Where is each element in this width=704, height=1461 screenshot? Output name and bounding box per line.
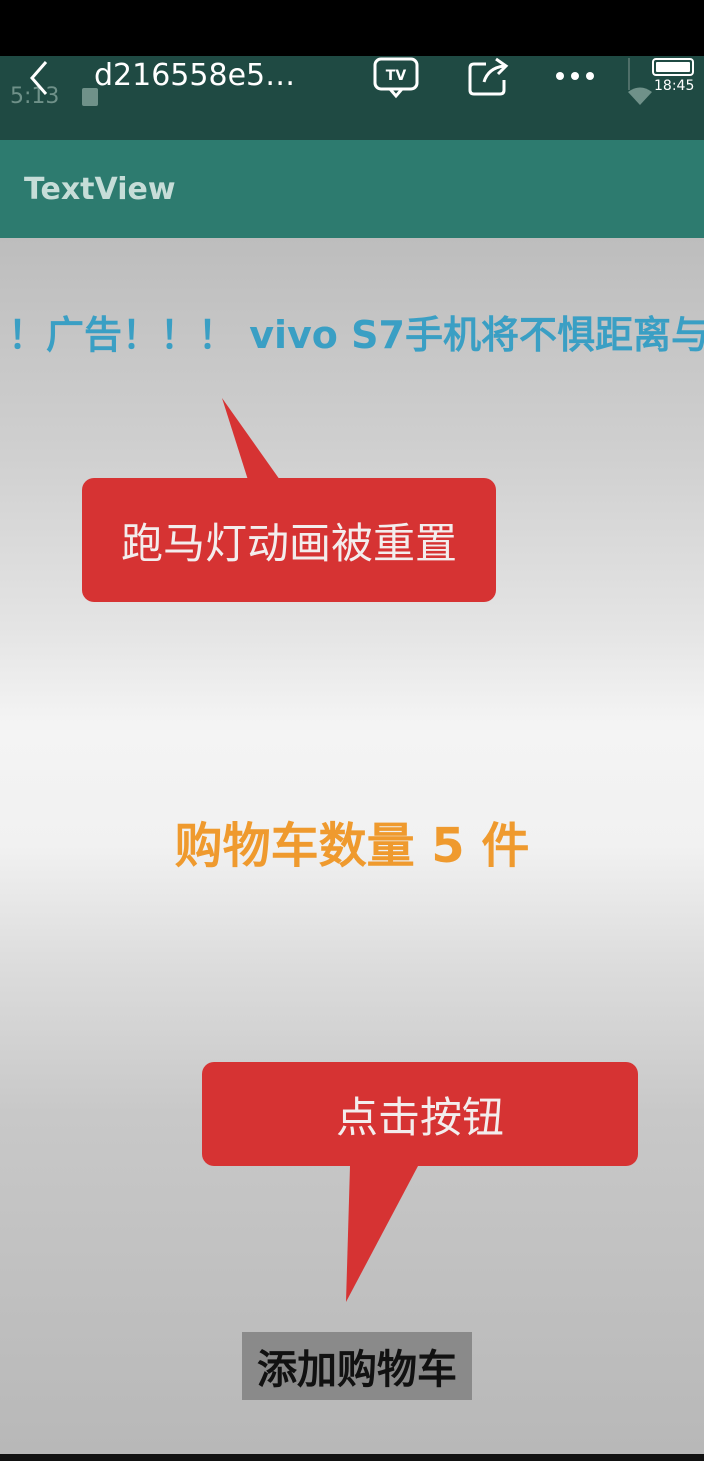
app-title: TextView: [24, 172, 176, 207]
callout-bottom-label: 点击按钮: [335, 1092, 504, 1142]
svg-text:TV: TV: [386, 68, 407, 84]
back-button[interactable]: [24, 58, 60, 98]
cast-tv-button[interactable]: TV: [372, 56, 420, 100]
bottom-black-strip: [0, 1454, 704, 1461]
screen: 5:13 d216558e5… TV 18:45 TextView ！广告！！！…: [0, 0, 704, 1461]
battery-time: 18:45: [654, 78, 695, 94]
callout-top-label: 跑马灯动画被重置: [120, 518, 457, 568]
add-to-cart-button[interactable]: 添加购物车: [242, 1332, 472, 1400]
top-black-strip: [0, 0, 704, 56]
battery-icon: [652, 58, 694, 76]
more-dots-icon: [556, 72, 594, 80]
marquee-text-view: ！广告！！！ vivo S7手机将不惧距离与: [0, 304, 704, 360]
viewer-title: d216558e5…: [94, 58, 296, 93]
share-button[interactable]: [466, 56, 512, 98]
callout-marquee-reset: 跑马灯动画被重置: [82, 478, 496, 602]
callout-click-button: 点击按钮: [202, 1062, 638, 1166]
share-icon: [468, 57, 509, 96]
tv-icon: TV: [373, 57, 419, 99]
marquee-text: ！广告！！！ vivo S7手机将不惧距离与: [8, 313, 704, 357]
cart-count-label: 购物车数量 5 件: [174, 818, 530, 874]
more-options-button[interactable]: [554, 60, 596, 90]
wifi-icon: [626, 86, 654, 106]
chevron-left-icon: [30, 61, 48, 95]
